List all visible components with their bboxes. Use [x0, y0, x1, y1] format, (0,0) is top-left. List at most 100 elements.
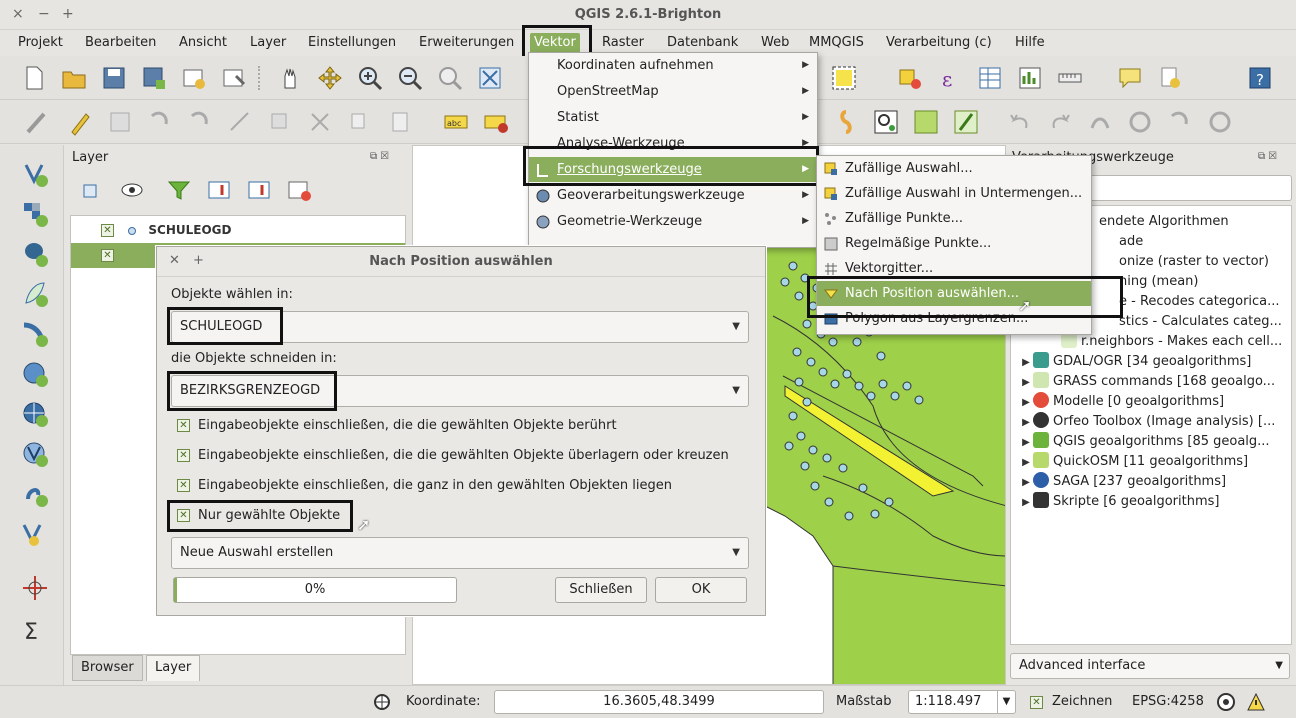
- expand-arrow-icon[interactable]: ▶: [1019, 353, 1033, 373]
- menu-item-geoverarbeitung[interactable]: Geoverarbeitungswerkzeuge ▶: [529, 183, 817, 208]
- option-selected-only[interactable]: ✕ Nur gewählte Objekte: [177, 506, 340, 526]
- composer-manager-icon[interactable]: [220, 64, 248, 92]
- filter-legend-icon[interactable]: [166, 179, 192, 201]
- node-tool-icon[interactable]: [226, 108, 254, 136]
- add-wcs-layer-icon[interactable]: [20, 399, 50, 429]
- tree-item[interactable]: ning (mean): [1119, 272, 1291, 292]
- checkbox-touch[interactable]: ✕: [177, 419, 190, 432]
- copy-features-icon[interactable]: [346, 108, 374, 136]
- move-feature-icon[interactable]: [186, 108, 214, 136]
- option-touch[interactable]: ✕ Eingabeobjekte einschließen, die die ge…: [177, 416, 617, 436]
- menu-bearbeiten[interactable]: Bearbeiten: [81, 33, 160, 53]
- layer-visibility-checkbox[interactable]: ✕: [101, 249, 114, 262]
- menu-item-random-selection[interactable]: Zufällige Auswahl...: [817, 156, 1091, 181]
- expand-arrow-icon[interactable]: ▶: [1019, 493, 1033, 513]
- georeferencer-icon[interactable]: [912, 108, 940, 136]
- label-highlight-icon[interactable]: [482, 108, 510, 136]
- zoom-actual-size-icon[interactable]: [436, 64, 464, 92]
- selection-mode-combo[interactable]: Neue Auswahl erstellen ▼: [171, 537, 749, 569]
- scale-select[interactable]: 1:118.497 ▼: [908, 690, 1016, 714]
- menu-item-forschung[interactable]: Forschungswerkzeuge ▶: [529, 157, 817, 182]
- provider-models[interactable]: ▶ Modelle [0 geoalgorithms]: [1019, 392, 1291, 413]
- menu-datenbank[interactable]: Datenbank: [663, 33, 742, 53]
- menu-vektor[interactable]: Vektor: [530, 33, 580, 53]
- menu-web[interactable]: Web: [757, 33, 793, 53]
- close-button[interactable]: Schließen: [555, 577, 647, 603]
- add-group-icon[interactable]: [80, 179, 102, 201]
- dialog-maximize-icon[interactable]: +: [193, 253, 204, 268]
- map-tips-icon[interactable]: [1116, 64, 1144, 92]
- zoom-full-icon[interactable]: [476, 64, 504, 92]
- menu-einstellungen[interactable]: Einstellungen: [304, 33, 400, 53]
- menu-layer[interactable]: Layer: [246, 33, 290, 53]
- option-within[interactable]: ✕ Eingabeobjekte einschließen, die ganz i…: [177, 476, 672, 496]
- paste-features-icon[interactable]: [386, 108, 414, 136]
- add-mssql-layer-icon[interactable]: [20, 319, 50, 349]
- provider-scripts[interactable]: ▶ Skripte [6 geoalgorithms]: [1019, 492, 1291, 513]
- tree-item[interactable]: r.neighbors - Makes each cell...: [1061, 332, 1291, 352]
- menu-item-regular-points[interactable]: Regelmäßige Punkte...: [817, 231, 1091, 256]
- save-project-icon[interactable]: [100, 64, 128, 92]
- provider-gdal[interactable]: ▶ GDAL/OGR [34 geoalgorithms]: [1019, 352, 1291, 373]
- expand-arrow-icon[interactable]: ▶: [1019, 433, 1033, 453]
- expand-arrow-icon[interactable]: ▶: [1019, 393, 1033, 413]
- ok-button[interactable]: OK: [655, 577, 747, 603]
- new-shapefile-icon[interactable]: [20, 519, 50, 549]
- layer-visibility-checkbox[interactable]: ✕: [101, 224, 114, 237]
- menu-erweiterungen[interactable]: Erweiterungen: [415, 33, 518, 53]
- cut-features-icon[interactable]: [306, 108, 334, 136]
- remove-layer-icon[interactable]: [286, 179, 312, 201]
- provider-grass[interactable]: ▶ GRASS commands [168 geoalgo...: [1019, 372, 1291, 392]
- provider-quickosm[interactable]: ▶ QuickOSM [11 geoalgorithms]: [1019, 452, 1291, 473]
- select-in-combo[interactable]: SCHULEOGD ▼: [171, 311, 749, 343]
- save-as-icon[interactable]: [140, 64, 168, 92]
- select-features-icon[interactable]: [830, 64, 858, 92]
- python-plugin-icon[interactable]: [832, 108, 860, 136]
- field-calculator-icon[interactable]: ε: [936, 64, 964, 92]
- new-print-composer-icon[interactable]: [180, 64, 208, 92]
- menu-item-geometrie[interactable]: Geometrie-Werkzeuge ▶: [529, 209, 817, 234]
- redo-icon[interactable]: [1046, 108, 1074, 136]
- new-project-icon[interactable]: [20, 64, 48, 92]
- measure-line-icon[interactable]: [1056, 64, 1084, 92]
- menu-item-analyse[interactable]: Analyse-Werkzeuge ▶: [529, 131, 817, 156]
- tree-item[interactable]: e - Recodes categorica...: [1119, 292, 1291, 312]
- coordinate-field[interactable]: 16.3605,48.3499: [494, 690, 824, 714]
- checkbox-overlap[interactable]: ✕: [177, 449, 190, 462]
- add-ring-icon[interactable]: [1126, 108, 1154, 136]
- advanced-interface-select[interactable]: Advanced interface ▼: [1010, 653, 1290, 679]
- messages-warning-icon[interactable]: [1246, 692, 1266, 712]
- panel-float-close-icon[interactable]: ⧉☒: [370, 151, 392, 162]
- menu-verarbeitung[interactable]: Verarbeitung (c): [882, 33, 996, 53]
- intersect-combo[interactable]: BEZIRKSGRENZEOGD ▼: [171, 375, 749, 407]
- menu-item-openstreetmap[interactable]: OpenStreetMap ▶: [529, 79, 817, 104]
- save-edits-icon[interactable]: [106, 108, 134, 136]
- dialog-close-icon[interactable]: ✕: [169, 253, 180, 268]
- tree-item[interactable]: ade: [1119, 232, 1291, 252]
- menu-ansicht[interactable]: Ansicht: [175, 33, 231, 53]
- current-edits-icon[interactable]: [22, 108, 50, 136]
- menu-item-vector-grid[interactable]: Vektorgitter...: [817, 256, 1091, 281]
- digitize-plugin-icon[interactable]: [952, 108, 980, 136]
- add-vector-layer-icon[interactable]: [20, 159, 50, 189]
- deselect-features-icon[interactable]: [896, 64, 924, 92]
- expand-arrow-icon[interactable]: ▶: [1019, 453, 1033, 473]
- help-icon[interactable]: ?: [1246, 64, 1274, 92]
- add-wfs-layer-icon[interactable]: [20, 439, 50, 469]
- delete-selected-icon[interactable]: [266, 108, 294, 136]
- undo-icon[interactable]: [1006, 108, 1034, 136]
- attribute-table-icon[interactable]: [976, 64, 1004, 92]
- render-checkbox[interactable]: ✕: [1030, 696, 1043, 709]
- open-project-icon[interactable]: [60, 64, 88, 92]
- add-feature-icon[interactable]: [146, 108, 174, 136]
- option-overlap[interactable]: ✕ Eingabeobjekte einschließen, die die ge…: [177, 446, 729, 466]
- provider-otb[interactable]: ▶ Orfeo Toolbox (Image analysis) [...: [1019, 412, 1291, 432]
- menu-mmqgis[interactable]: MMQGIS: [805, 33, 868, 53]
- expand-arrow-icon[interactable]: ▶: [1019, 473, 1033, 493]
- menu-item-random-subsets[interactable]: Zufällige Auswahl in Untermengen...: [817, 181, 1091, 206]
- menu-hilfe[interactable]: Hilfe: [1011, 33, 1049, 53]
- tree-item[interactable]: onize (raster to vector): [1119, 252, 1291, 272]
- tree-item[interactable]: endete Algorithmen: [1099, 212, 1291, 232]
- add-part-icon[interactable]: [1166, 108, 1194, 136]
- checkbox-within[interactable]: ✕: [177, 479, 190, 492]
